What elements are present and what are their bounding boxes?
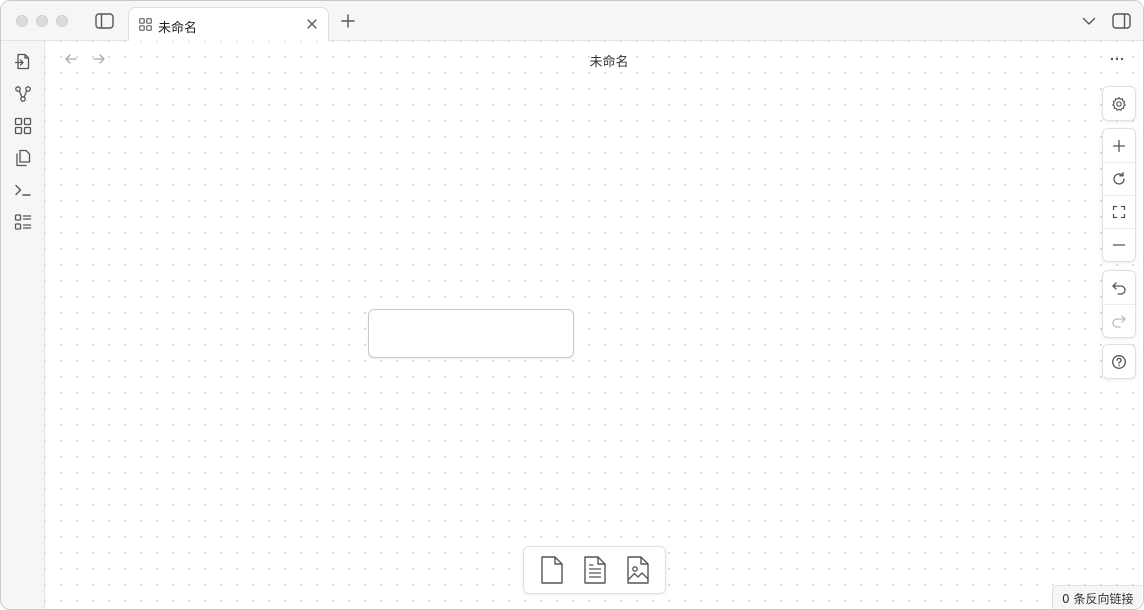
zoom-controls-group [1102, 128, 1136, 262]
app-window: 未命名 未命名 0 条反向链接 [0, 0, 1144, 610]
canvas-icon [139, 18, 152, 31]
minimize-window-button[interactable] [36, 15, 48, 27]
sidebar-right-icon [1111, 13, 1131, 29]
zoom-in-icon [1112, 139, 1126, 152]
help-button[interactable] [1103, 345, 1135, 378]
ribbon-outline[interactable] [13, 212, 33, 232]
title-bar: 未命名 [1, 1, 1143, 42]
copy-files-icon [16, 149, 31, 167]
add-card-button[interactable] [536, 552, 568, 588]
settings-icon [1112, 96, 1126, 111]
reset-zoom-icon [1113, 171, 1125, 185]
plus-icon [341, 14, 355, 28]
zoom-in-button[interactable] [1103, 129, 1135, 162]
add-note-icon [583, 556, 606, 584]
outline-list-icon [14, 214, 32, 230]
ribbon-templates[interactable] [13, 148, 33, 168]
canvas-icon [14, 117, 32, 135]
zoom-out-button[interactable] [1103, 228, 1135, 261]
redo-button[interactable] [1103, 304, 1135, 337]
graph-view-icon [15, 86, 31, 102]
terminal-icon [15, 184, 31, 196]
toggle-left-sidebar-button[interactable] [94, 12, 114, 30]
ribbon-graph-view[interactable] [13, 84, 33, 104]
sidebar-left-icon [94, 13, 114, 29]
zoom-out-icon [1112, 244, 1126, 246]
chevron-down-icon [1082, 17, 1096, 25]
undo-button[interactable] [1103, 271, 1135, 304]
close-icon [307, 19, 317, 29]
help-group [1102, 344, 1136, 379]
canvas-settings-button[interactable] [1103, 87, 1135, 120]
tab-close-button[interactable] [305, 17, 319, 31]
ribbon-open-quick-switcher[interactable] [13, 52, 33, 72]
add-media-icon [626, 556, 649, 584]
canvas-bottom-toolbar [523, 546, 666, 594]
open-quick-switcher-icon [14, 53, 30, 70]
ribbon-command-palette[interactable] [13, 180, 33, 200]
reset-zoom-button[interactable] [1103, 162, 1135, 195]
tab-title: 未命名 [158, 21, 198, 36]
backlinks-status[interactable]: 0 条反向链接 [1052, 585, 1143, 609]
tab-list-dropdown-button[interactable] [1080, 13, 1098, 29]
add-note-button[interactable] [579, 552, 611, 588]
add-card-icon [540, 556, 563, 584]
history-controls-group [1102, 270, 1136, 338]
undo-icon [1112, 281, 1126, 295]
left-ribbon [1, 41, 45, 609]
more-options-button[interactable] [1109, 51, 1125, 67]
toggle-right-sidebar-button[interactable] [1111, 12, 1131, 30]
more-horizontal-icon [1110, 57, 1124, 61]
canvas-settings-group [1102, 86, 1136, 121]
ribbon-create-canvas[interactable] [13, 116, 33, 136]
zoom-to-fit-button[interactable] [1103, 195, 1135, 228]
view-header: 未命名 [45, 41, 1143, 77]
redo-icon [1112, 315, 1126, 328]
tab-untitled[interactable]: 未命名 [128, 7, 329, 42]
add-media-button[interactable] [622, 552, 654, 588]
close-window-button[interactable] [16, 15, 28, 27]
view-title[interactable]: 未命名 [45, 51, 1143, 70]
canvas-view[interactable]: 未命名 0 条反向链接 [45, 41, 1143, 609]
zoom-to-fit-icon [1112, 205, 1126, 219]
help-icon [1112, 354, 1126, 369]
canvas-card[interactable] [368, 309, 574, 358]
new-tab-button[interactable] [339, 12, 357, 30]
zoom-window-button[interactable] [56, 15, 68, 27]
